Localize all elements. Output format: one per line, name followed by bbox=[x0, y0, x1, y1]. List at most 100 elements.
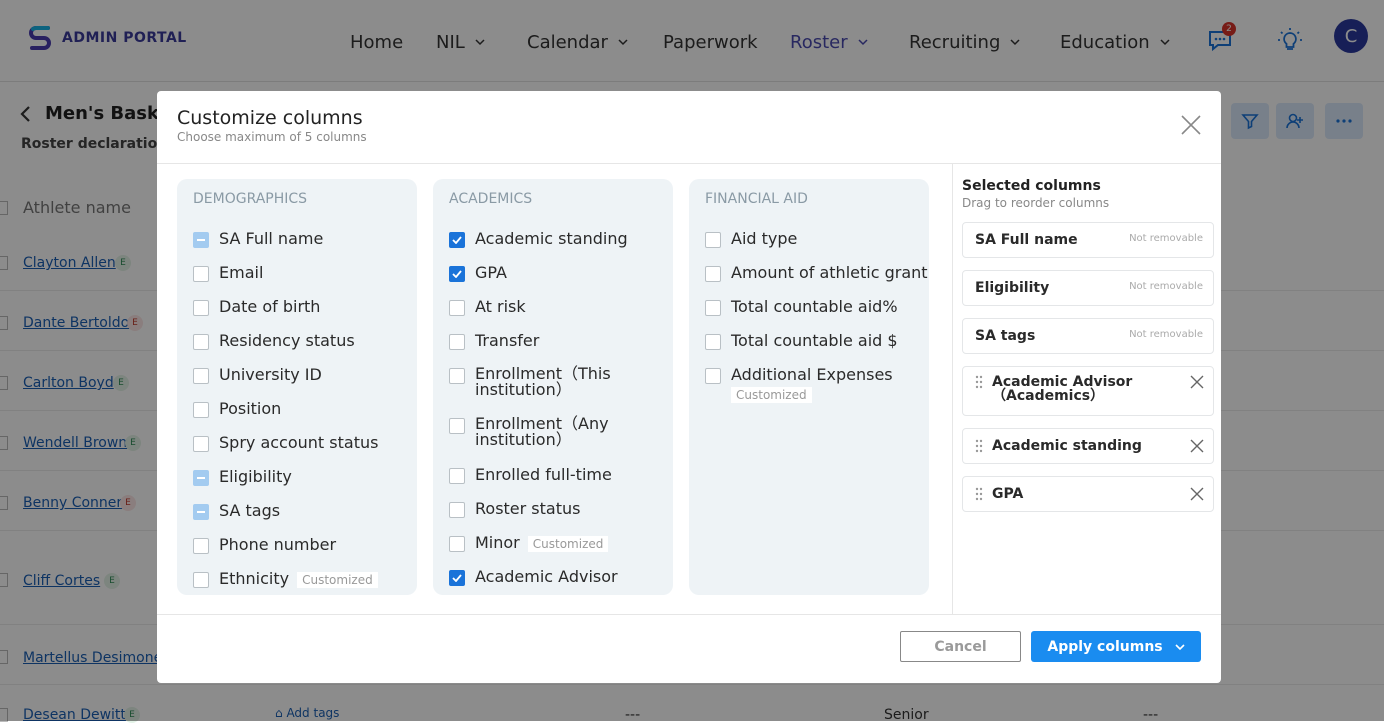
option-label: Ethnicity bbox=[219, 569, 290, 588]
checkbox[interactable] bbox=[449, 502, 465, 518]
column-option[interactable]: Residency status bbox=[193, 332, 355, 350]
not-removable-note: Not removable bbox=[1129, 329, 1203, 340]
column-option[interactable]: Academic Advisor bbox=[449, 568, 618, 586]
demographics-group: DEMOGRAPHICS SA Full name Email Date of … bbox=[177, 179, 417, 595]
column-option[interactable]: Enrollment（This institution） bbox=[449, 366, 649, 398]
column-option[interactable]: Enrollment（Any institution） bbox=[449, 416, 649, 448]
column-option[interactable]: GPA bbox=[449, 264, 507, 282]
customized-tag: Customized bbox=[731, 387, 812, 403]
apply-columns-button[interactable]: Apply columns bbox=[1031, 631, 1201, 662]
checkbox[interactable] bbox=[193, 266, 209, 282]
group-heading: DEMOGRAPHICS bbox=[193, 191, 308, 207]
academics-group: ACADEMICS Academic standing GPA At risk … bbox=[433, 179, 673, 595]
column-option[interactable]: Minor Customized bbox=[449, 533, 609, 552]
option-label: Aid type bbox=[731, 229, 798, 248]
selected-column-item[interactable]: Academic standing bbox=[962, 428, 1214, 464]
option-label: Total countable aid $ bbox=[731, 331, 898, 350]
column-option[interactable]: Spry account status bbox=[193, 434, 378, 452]
customized-tag: Customized bbox=[297, 572, 378, 588]
checkbox[interactable] bbox=[449, 368, 465, 384]
option-label: Email bbox=[219, 263, 264, 282]
remove-icon[interactable] bbox=[1190, 375, 1204, 389]
checkbox[interactable] bbox=[449, 468, 465, 484]
checkbox[interactable] bbox=[449, 418, 465, 434]
remove-icon[interactable] bbox=[1190, 439, 1204, 453]
apply-columns-label: Apply columns bbox=[1047, 638, 1163, 655]
checkbox[interactable] bbox=[193, 402, 209, 418]
column-option[interactable]: SA Full name bbox=[193, 230, 323, 248]
checkbox[interactable] bbox=[193, 436, 209, 452]
checkbox[interactable] bbox=[193, 300, 209, 316]
drag-handle-icon[interactable] bbox=[975, 487, 983, 501]
column-option[interactable]: Aid type bbox=[705, 230, 797, 248]
selected-column-label: GPA bbox=[992, 486, 1024, 502]
checkbox[interactable] bbox=[449, 536, 465, 552]
column-option[interactable]: Roster status bbox=[449, 500, 580, 518]
column-option[interactable]: University ID bbox=[193, 366, 322, 384]
checkbox[interactable] bbox=[705, 300, 721, 316]
column-option[interactable]: SA tags bbox=[193, 502, 280, 520]
remove-icon[interactable] bbox=[1190, 487, 1204, 501]
footer-divider bbox=[157, 614, 1221, 615]
option-label: Enrollment（Any institution） bbox=[475, 414, 609, 449]
option-label: Spry account status bbox=[219, 433, 379, 452]
selected-column-label: Academic Advisor（Academics） bbox=[992, 374, 1133, 404]
column-option[interactable]: Phone number bbox=[193, 536, 336, 554]
partial-checkbox[interactable] bbox=[193, 504, 209, 520]
column-option[interactable]: Enrolled full-time bbox=[449, 466, 612, 484]
option-label: Transfer bbox=[475, 331, 540, 350]
partial-checkbox[interactable] bbox=[193, 232, 209, 248]
option-label: SA Full name bbox=[219, 229, 324, 248]
column-option[interactable]: Email bbox=[193, 264, 263, 282]
selected-column-label: Eligibility bbox=[975, 280, 1050, 296]
checked-checkbox[interactable] bbox=[449, 266, 465, 282]
drag-handle-icon[interactable] bbox=[975, 439, 983, 453]
option-label: Residency status bbox=[219, 331, 355, 350]
column-option[interactable]: Eligibility bbox=[193, 468, 292, 486]
checkbox[interactable] bbox=[705, 232, 721, 248]
selected-column-item[interactable]: GPA bbox=[962, 476, 1214, 512]
column-option[interactable]: Academic standing bbox=[449, 230, 628, 248]
checkbox[interactable] bbox=[705, 334, 721, 350]
close-icon[interactable] bbox=[1179, 113, 1203, 137]
option-label: Phone number bbox=[219, 535, 337, 554]
column-option[interactable]: Additional Expenses bbox=[705, 366, 893, 384]
checkbox[interactable] bbox=[705, 368, 721, 384]
option-label: Roster status bbox=[475, 499, 581, 518]
column-option[interactable]: At risk bbox=[449, 298, 526, 316]
checkbox[interactable] bbox=[193, 572, 209, 588]
not-removable-note: Not removable bbox=[1129, 281, 1203, 292]
option-label: University ID bbox=[219, 365, 322, 384]
column-option[interactable]: Position bbox=[193, 400, 281, 418]
option-label: At risk bbox=[475, 297, 526, 316]
not-removable-note: Not removable bbox=[1129, 233, 1203, 244]
option-label: Additional Expenses bbox=[731, 365, 893, 384]
checkbox[interactable] bbox=[193, 538, 209, 554]
customized-tag: Customized bbox=[527, 536, 609, 552]
group-heading: FINANCIAL AID bbox=[705, 191, 808, 207]
selected-column-item[interactable]: Academic Advisor（Academics） bbox=[962, 366, 1214, 416]
selected-column-label: SA tags bbox=[975, 328, 1036, 344]
column-option[interactable]: Date of birth bbox=[193, 298, 320, 316]
checked-checkbox[interactable] bbox=[449, 570, 465, 586]
selected-columns-heading: Selected columns bbox=[962, 178, 1101, 194]
cancel-button[interactable]: Cancel bbox=[900, 631, 1021, 662]
drag-handle-icon[interactable] bbox=[975, 375, 983, 389]
column-option[interactable]: Ethnicity Customized bbox=[193, 570, 378, 588]
checkbox[interactable] bbox=[193, 368, 209, 384]
checkbox[interactable] bbox=[705, 266, 721, 282]
partial-checkbox[interactable] bbox=[193, 470, 209, 486]
option-label: Minor bbox=[475, 533, 520, 552]
column-option[interactable]: Total countable aid $ bbox=[705, 332, 898, 350]
checkbox[interactable] bbox=[193, 334, 209, 350]
column-option[interactable]: Total countable aid% bbox=[705, 298, 898, 316]
option-label: Amount of athletic grant bbox=[731, 263, 928, 282]
selected-columns-panel: Selected columns Drag to reorder columns… bbox=[952, 164, 1221, 614]
column-option[interactable]: Transfer bbox=[449, 332, 539, 350]
checkbox[interactable] bbox=[449, 334, 465, 350]
checkbox[interactable] bbox=[449, 300, 465, 316]
column-option[interactable]: Amount of athletic grant bbox=[705, 264, 928, 282]
checked-checkbox[interactable] bbox=[449, 232, 465, 248]
checkmark-icon bbox=[452, 270, 462, 278]
option-label: Eligibility bbox=[219, 467, 292, 486]
